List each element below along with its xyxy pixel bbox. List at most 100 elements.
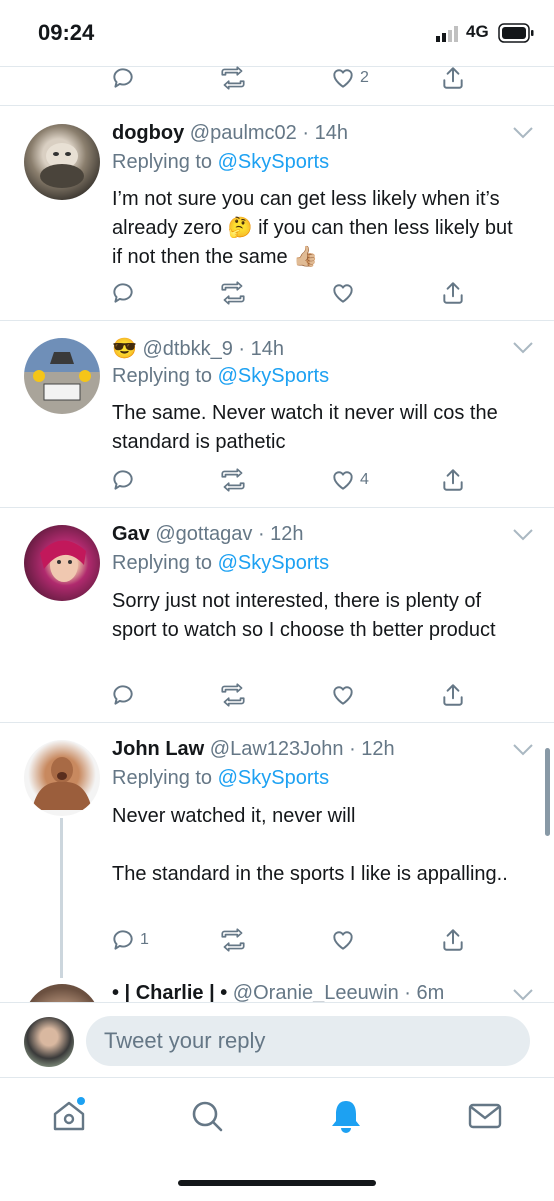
- reply-button[interactable]: [110, 464, 140, 496]
- retweet-button[interactable]: [218, 679, 248, 711]
- tweet-text: I’m not sure you can get less likely whe…: [112, 188, 513, 268]
- chevron-down-icon[interactable]: [512, 341, 534, 355]
- tweet-actions: [110, 679, 530, 711]
- retweet-button[interactable]: [218, 277, 248, 309]
- divider: [0, 320, 554, 321]
- avatar[interactable]: [24, 338, 100, 414]
- thread-line: [60, 818, 63, 978]
- tweet-header: 😎 @dtbkk_9 · 14h: [112, 336, 284, 361]
- heart-icon: [333, 69, 353, 88]
- replying-to: Replying to @SkySports: [112, 365, 330, 387]
- share-icon: [443, 282, 463, 304]
- display-name[interactable]: dogboy: [112, 122, 184, 144]
- retweet-icon: [221, 66, 245, 90]
- replying-to: Replying to @SkySports: [112, 151, 330, 173]
- like-button[interactable]: [330, 924, 360, 956]
- heart-icon: [333, 284, 353, 303]
- retweet-button[interactable]: [218, 464, 248, 496]
- handle: @gottagav · 12h: [155, 523, 304, 545]
- like-button[interactable]: [330, 679, 360, 711]
- like-count: 2: [360, 69, 369, 86]
- display-name[interactable]: • | Charlie | •: [112, 982, 227, 1004]
- chevron-down-icon[interactable]: [512, 988, 534, 1002]
- reply-icon: [113, 470, 133, 490]
- divider: [0, 507, 554, 508]
- share-icon: [443, 67, 463, 89]
- like-button[interactable]: [330, 277, 360, 309]
- share-icon: [443, 684, 463, 706]
- retweet-icon: [221, 281, 245, 305]
- heart-icon: [333, 686, 353, 705]
- tweet-text: Sorry just not interested, there is plen…: [112, 590, 496, 641]
- reply-icon: [113, 283, 133, 303]
- handle: @dtbkk_9 · 14h: [142, 338, 284, 360]
- like-button[interactable]: 4: [330, 464, 369, 496]
- share-button[interactable]: [440, 464, 466, 496]
- share-icon: [443, 469, 463, 491]
- tab-search[interactable]: [187, 1096, 227, 1136]
- avatar[interactable]: [24, 740, 100, 816]
- like-count: 4: [360, 471, 369, 488]
- tweet-header: Gav @gottagav · 12h: [112, 523, 304, 546]
- battery-icon: [498, 23, 534, 48]
- replying-to-link[interactable]: @SkySports: [218, 767, 329, 789]
- share-button[interactable]: [440, 679, 466, 711]
- display-name[interactable]: 😎: [112, 338, 137, 360]
- tweet-actions: 1: [110, 924, 530, 956]
- retweet-icon: [221, 928, 245, 952]
- tweet-header: dogboy @paulmc02 · 14h: [112, 122, 348, 145]
- heart-icon: [333, 471, 353, 490]
- heart-icon: [333, 931, 353, 950]
- retweet-icon: [221, 468, 245, 492]
- messages-icon: [468, 1103, 502, 1129]
- chevron-down-icon[interactable]: [512, 743, 534, 757]
- network-type: 4G: [466, 22, 489, 41]
- reply-button[interactable]: [110, 277, 140, 309]
- search-icon: [192, 1101, 223, 1132]
- tweet-actions: [110, 277, 530, 309]
- display-name[interactable]: John Law: [112, 738, 204, 760]
- retweet-button[interactable]: [218, 924, 248, 956]
- display-name[interactable]: Gav: [112, 523, 150, 545]
- tweet-text: The same. Never watch it never will cos …: [112, 402, 498, 453]
- reply-button[interactable]: 1: [110, 924, 149, 956]
- user-avatar[interactable]: [24, 1017, 74, 1067]
- replying-to-link[interactable]: @SkySports: [218, 365, 329, 387]
- handle: @Law123John · 12h: [209, 738, 395, 760]
- retweet-icon: [221, 683, 245, 707]
- handle: @Oranie_Leeuwin · 6m: [232, 982, 445, 1004]
- tab-messages[interactable]: [465, 1096, 505, 1136]
- retweet-button[interactable]: [218, 62, 248, 94]
- replying-to: Replying to @SkySports: [112, 767, 330, 789]
- signal-icon: [436, 26, 460, 47]
- divider: [0, 105, 554, 106]
- handle: @paulmc02 · 14h: [189, 122, 348, 144]
- status-bar: 09:24 4G: [0, 0, 554, 66]
- chevron-down-icon[interactable]: [512, 126, 534, 140]
- tweet-header: John Law @Law123John · 12h: [112, 738, 395, 761]
- home-icon: [53, 1097, 85, 1131]
- scrollbar[interactable]: [545, 748, 550, 836]
- avatar[interactable]: [24, 525, 100, 601]
- share-button[interactable]: [440, 924, 466, 956]
- share-icon: [443, 929, 463, 951]
- share-button[interactable]: [440, 62, 466, 94]
- reply-icon: [113, 68, 133, 88]
- reply-composer: Tweet your reply: [0, 1002, 554, 1077]
- reply-input[interactable]: Tweet your reply: [86, 1016, 530, 1066]
- avatar[interactable]: [24, 124, 100, 200]
- reply-icon: [113, 930, 133, 950]
- like-button[interactable]: 2: [330, 62, 369, 94]
- clock: 09:24: [38, 20, 95, 45]
- reply-icon: [113, 685, 133, 705]
- replying-to: Replying to @SkySports: [112, 552, 330, 574]
- replying-to-link[interactable]: @SkySports: [218, 552, 329, 574]
- chevron-down-icon[interactable]: [512, 528, 534, 542]
- tab-notifications[interactable]: [326, 1096, 366, 1136]
- tab-home[interactable]: [49, 1096, 89, 1136]
- reply-count: 1: [140, 931, 149, 948]
- share-button[interactable]: [440, 277, 466, 309]
- replying-to-link[interactable]: @SkySports: [218, 151, 329, 173]
- reply-button[interactable]: [110, 679, 140, 711]
- reply-button[interactable]: [110, 62, 136, 94]
